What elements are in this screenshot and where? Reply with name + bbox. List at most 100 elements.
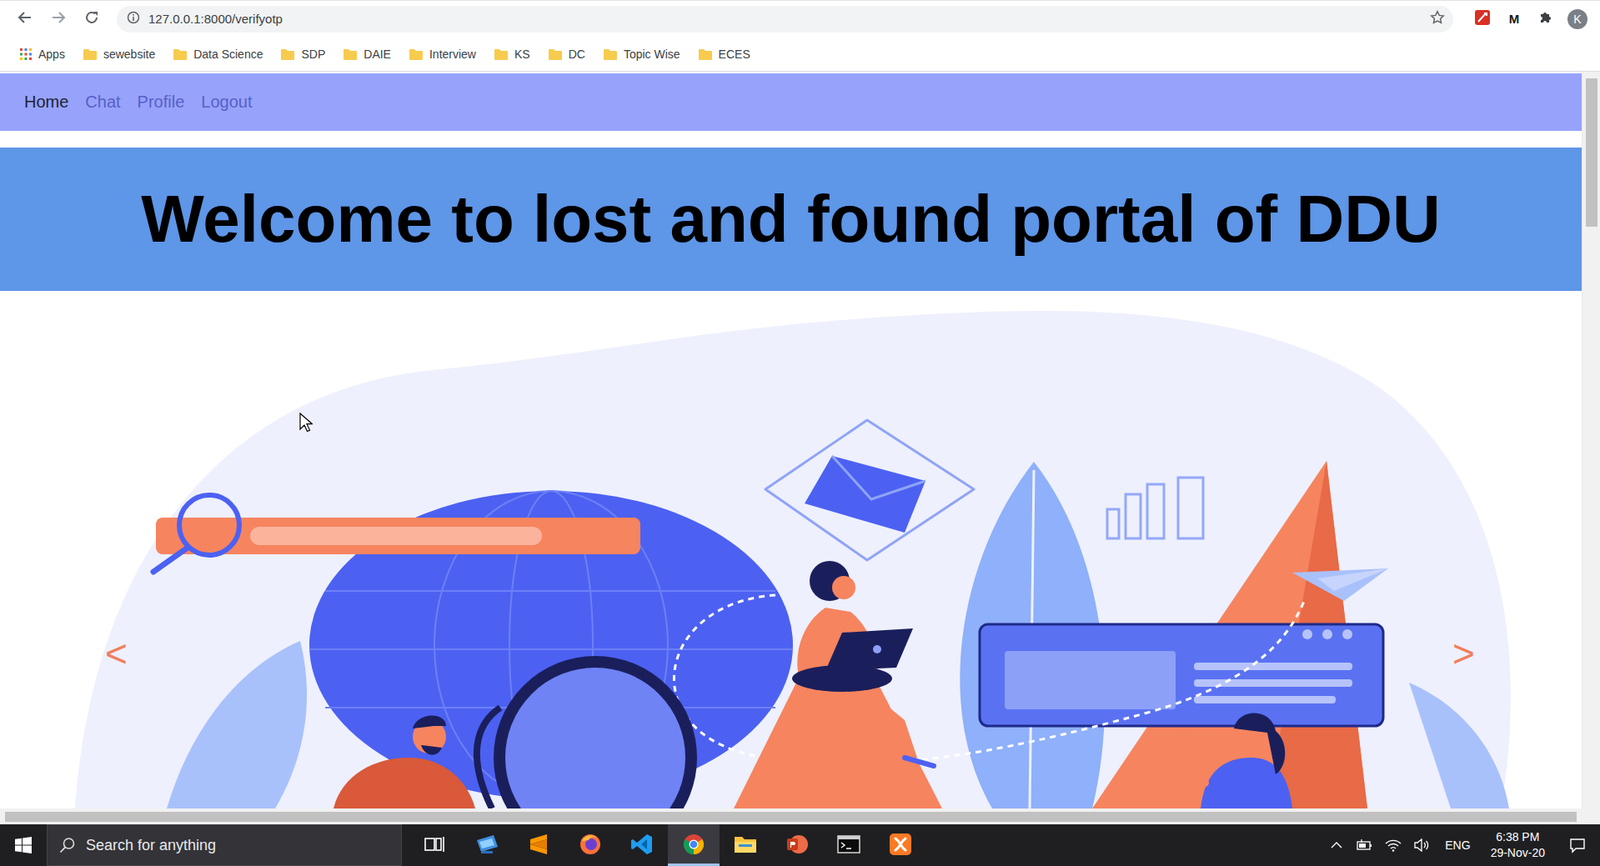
bookmark[interactable]: ECES <box>692 44 758 65</box>
firefox-icon <box>578 832 602 857</box>
taskbar-app[interactable] <box>667 824 720 866</box>
taskbar-app[interactable] <box>822 824 875 866</box>
reload-icon <box>84 10 100 29</box>
nav-link[interactable]: Home <box>15 85 77 119</box>
bookmarks-bar: Appssewebsite Data Science SDP DAIE Intervie… <box>0 36 1600 72</box>
navbar: HomeChatProfileLogout <box>0 73 1582 131</box>
reload-button[interactable] <box>76 4 107 35</box>
taskbar-app[interactable] <box>512 824 565 866</box>
wifi-icon <box>1384 838 1402 853</box>
folder-icon <box>698 48 713 61</box>
taskbar-app[interactable] <box>719 824 772 866</box>
browser-toolbar: 127.0.0.1:8000/verifyotp M K <box>0 0 1600 37</box>
bookmark-label: Interview <box>429 47 477 61</box>
bookmark[interactable]: DC <box>541 44 592 65</box>
volume-button[interactable] <box>1409 838 1434 853</box>
extensions-button[interactable] <box>1531 5 1560 34</box>
illustration <box>0 290 1582 809</box>
bookmark[interactable]: Interview <box>402 44 483 65</box>
folder-icon <box>409 48 423 61</box>
bookmark[interactable]: Data Science <box>166 44 270 65</box>
clock-date: 29-Nov-20 <box>1490 845 1545 862</box>
taskbar-search[interactable]: Search for anything <box>46 824 402 866</box>
bookmark[interactable]: SDP <box>274 44 332 65</box>
forward-button[interactable] <box>43 4 74 35</box>
terminal-icon <box>837 834 861 855</box>
url-text[interactable]: 127.0.0.1:8000/verifyotp <box>148 11 1422 26</box>
folder-icon <box>494 48 508 61</box>
profile-avatar: K <box>1567 9 1588 30</box>
folder-icon <box>83 48 97 61</box>
notifications-button[interactable] <box>1558 837 1597 854</box>
search-placeholder: Search for anything <box>85 837 216 855</box>
carousel: <> <box>0 290 1582 809</box>
chevron-up-icon <box>1330 841 1343 850</box>
folder-icon <box>173 48 187 61</box>
taskbar-app[interactable] <box>461 824 513 866</box>
bookmark-label: Data Science <box>193 47 263 61</box>
speaker-icon <box>1413 838 1430 853</box>
web-page: HomeChatProfileLogout Welcome to lost and… <box>0 71 1582 809</box>
welcome-banner: Welcome to lost and found portal of DDU <box>0 147 1582 291</box>
bookmark[interactable]: Apps <box>13 44 72 65</box>
notification-icon <box>1569 837 1586 854</box>
scroll-thumb[interactable] <box>5 812 1577 823</box>
puzzle-icon <box>1537 9 1555 30</box>
taskbar-app[interactable] <box>564 824 617 866</box>
red-extension-icon <box>1474 9 1491 30</box>
language-indicator[interactable]: ENG <box>1438 838 1477 853</box>
bookmark[interactable]: DAIE <box>336 44 398 65</box>
bookmark-label: DAIE <box>363 47 392 61</box>
taskview-icon <box>424 835 447 854</box>
horizontal-scrollbar[interactable] <box>0 808 1600 825</box>
show-hidden-button[interactable] <box>1324 841 1349 850</box>
vertical-scrollbar[interactable] <box>1581 71 1600 809</box>
bookmark-label: SDP <box>300 47 326 61</box>
nav-link[interactable]: Profile <box>129 85 194 119</box>
search-icon <box>59 837 76 854</box>
taskbar-app[interactable] <box>771 824 823 866</box>
address-bar[interactable]: 127.0.0.1:8000/verifyotp <box>116 5 1454 33</box>
folder-icon <box>548 48 562 61</box>
remote-icon <box>474 833 500 856</box>
clock[interactable]: 6:38 PM29-Nov-20 <box>1482 829 1554 862</box>
nav-link[interactable]: Chat <box>76 85 129 119</box>
chrome-icon <box>682 832 706 857</box>
battery-button[interactable] <box>1353 839 1377 852</box>
bookmark-label: Topic Wise <box>623 47 681 61</box>
extension-button[interactable] <box>1468 5 1497 34</box>
sublime-icon <box>528 832 549 857</box>
star-icon[interactable] <box>1429 10 1445 29</box>
xampp-icon <box>888 832 913 857</box>
taskbar-app[interactable] <box>874 824 927 866</box>
apps-grid-icon <box>20 48 32 61</box>
start-button[interactable] <box>0 824 47 866</box>
vscode-icon <box>630 832 654 857</box>
windows-logo-icon <box>15 837 32 854</box>
folder-icon <box>280 48 295 61</box>
back-button[interactable] <box>10 4 41 35</box>
clock-time: 6:38 PM <box>1490 829 1545 846</box>
taskbar-app[interactable] <box>409 824 462 866</box>
extension-button[interactable]: M <box>1499 5 1529 34</box>
nav-link[interactable]: Logout <box>192 85 261 119</box>
scroll-thumb[interactable] <box>1585 78 1598 227</box>
folder-icon <box>343 48 357 61</box>
bookmark-label: KS <box>514 47 531 61</box>
bookmark[interactable]: Topic Wise <box>596 44 688 65</box>
taskbar: Search for anything ENG 6:38 PM29-Nov-20 <box>0 824 1600 866</box>
carousel-next[interactable]: > <box>1449 631 1479 677</box>
carousel-prev[interactable]: < <box>101 631 131 677</box>
mouse-cursor-icon <box>299 412 313 437</box>
info-icon[interactable] <box>126 10 141 28</box>
folder-icon <box>603 48 617 61</box>
bookmark[interactable]: sewebsite <box>76 44 162 65</box>
forward-arrow-icon <box>50 10 66 29</box>
extension-letter: M <box>1509 11 1520 26</box>
system-tray: ENG 6:38 PM29-Nov-20 <box>1324 824 1600 866</box>
banner-title: Welcome to lost and found portal of DDU <box>140 185 1440 253</box>
taskbar-app[interactable] <box>616 824 668 866</box>
network-button[interactable] <box>1381 838 1405 853</box>
profile-button[interactable]: K <box>1563 5 1592 34</box>
bookmark[interactable]: KS <box>487 44 537 65</box>
